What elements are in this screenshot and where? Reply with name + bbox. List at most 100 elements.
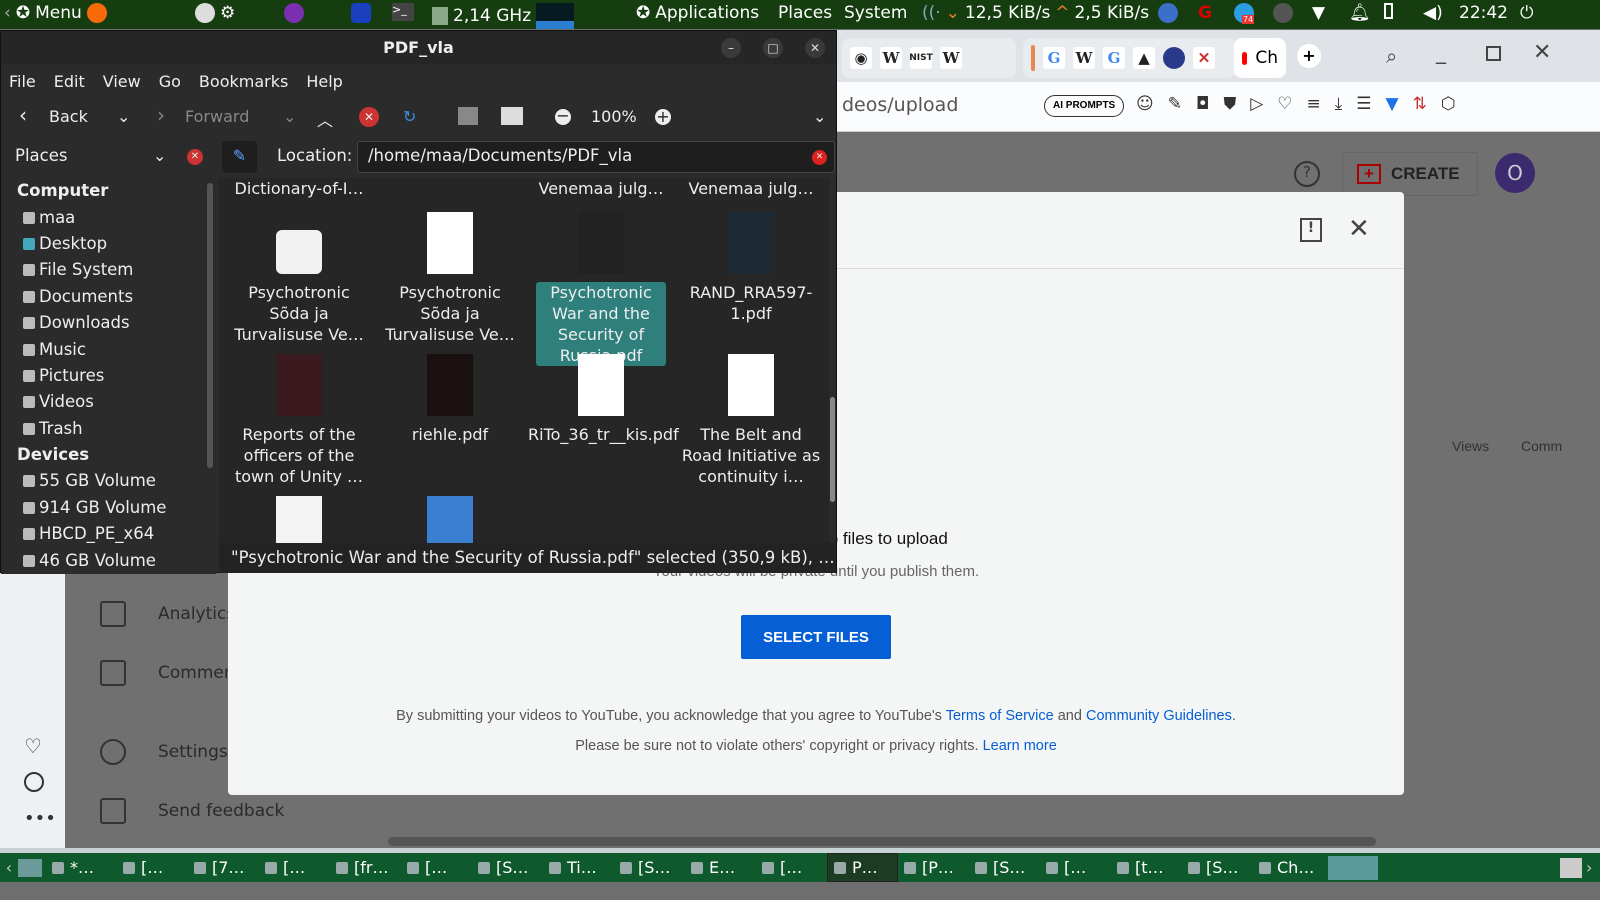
clock[interactable]: 22:42	[1459, 3, 1508, 23]
sidebar-item-desktop[interactable]: Desktop	[1, 231, 216, 257]
close-dialog-button[interactable]: ✕	[1348, 214, 1370, 244]
forward-button[interactable]: Forward	[185, 107, 249, 126]
firefox-icon[interactable]	[86, 3, 107, 23]
taskbar-item[interactable]: […	[756, 853, 827, 882]
heart-icon[interactable]: ♡	[1277, 94, 1292, 114]
sidebar-item-volume[interactable]: 914 GB Volume	[1, 495, 216, 521]
taskbar-right-arrow-icon[interactable]: ›	[1586, 858, 1600, 877]
sidebar-item-trash[interactable]: Trash	[1, 416, 216, 442]
file-item[interactable]: RAND_RRA597-1.pdf	[676, 212, 826, 324]
gears-icon[interactable]: ⚙	[220, 3, 235, 23]
minimize-button[interactable]: –	[721, 38, 741, 58]
tor-icon[interactable]	[284, 3, 304, 23]
settings-sliders-icon[interactable]: ☰	[1356, 94, 1371, 114]
reload-icon[interactable]: ↻	[403, 107, 416, 126]
taskbar-item[interactable]: [t…	[1111, 853, 1182, 882]
places-dropdown-icon[interactable]: ⌄	[153, 146, 166, 165]
taskbar-item[interactable]: [S…	[969, 853, 1040, 882]
file-item[interactable]: Psychotronic War and the Security of Rus…	[526, 212, 676, 366]
file-item[interactable]: Psychotronic Sõda ja Turvalisuse Ve…	[375, 212, 525, 345]
sidebar-item-file-system[interactable]: File System	[1, 257, 216, 283]
cube-icon[interactable]: ⬡	[1441, 94, 1456, 114]
menu-file[interactable]: File	[9, 72, 36, 91]
home-icon[interactable]	[458, 107, 478, 125]
reader-icon[interactable]: ≡	[1307, 94, 1321, 114]
location-input[interactable]: /home/maa/Documents/PDF_vla	[357, 141, 835, 173]
trash-applet-icon[interactable]	[1560, 857, 1582, 878]
system-menu[interactable]: System	[844, 3, 907, 23]
taskbar-item[interactable]: [S…	[614, 853, 685, 882]
file-item[interactable]: The Belt and Road Initiative as continui…	[676, 354, 826, 487]
stop-icon[interactable]: ✕	[359, 107, 379, 127]
tab-youtube-active[interactable]: Ch	[1234, 38, 1286, 78]
sort-icon[interactable]: ⇅	[1413, 94, 1427, 114]
search-tabs-icon[interactable]: ⌕	[1386, 44, 1397, 68]
menu-go[interactable]: Go	[159, 72, 181, 91]
menu-bookmarks[interactable]: Bookmarks	[199, 72, 288, 91]
minimize-button[interactable]: _	[1436, 40, 1446, 64]
forward-history-dropdown[interactable]: ⌄	[283, 107, 296, 126]
column-views[interactable]: Views	[1452, 438, 1489, 454]
avatar[interactable]: O	[1495, 153, 1535, 193]
taskbar-item[interactable]: […	[401, 853, 472, 882]
forward-arrow-icon[interactable]: ›	[157, 103, 165, 127]
close-sidebar-icon[interactable]: ✕	[187, 149, 203, 165]
close-button[interactable]: ✕	[1533, 40, 1551, 65]
nist-tab[interactable]: NIST	[909, 47, 933, 69]
file-item[interactable]: riehle.pdf	[375, 354, 525, 445]
new-tab-button[interactable]: +	[1297, 44, 1321, 68]
restore-button[interactable]	[1486, 46, 1501, 61]
up-icon[interactable]: ︿	[317, 107, 333, 131]
edit-icon[interactable]: ✎	[1168, 94, 1182, 114]
more-icon[interactable]: •••	[24, 808, 56, 829]
shield-icon[interactable]: ⛊	[1223, 94, 1236, 114]
menu-view[interactable]: View	[103, 72, 141, 91]
menu-button[interactable]: ‹ ✪ Menu	[4, 3, 107, 23]
wikipedia-tab[interactable]: W	[880, 47, 902, 69]
power-icon[interactable]: ⏻	[1520, 3, 1533, 23]
file-item[interactable]: Psychotronic Sõda ja Turvalisuse Ve…	[224, 212, 374, 345]
nav-settings[interactable]: Settings	[100, 739, 228, 765]
seal-tab-icon[interactable]	[1163, 47, 1185, 69]
maximize-button[interactable]: □	[763, 38, 783, 58]
google-tab[interactable]: G	[1103, 47, 1125, 69]
file-item[interactable]	[224, 496, 374, 543]
taskbar-item[interactable]: […	[259, 853, 330, 882]
applications-menu[interactable]: ✪ Applications	[636, 3, 759, 23]
terminal-icon[interactable]: >_	[392, 3, 414, 21]
sidebar-item-maa[interactable]: maa	[1, 204, 216, 230]
toolbar-overflow-icon[interactable]: ⌄	[813, 107, 826, 126]
sidebar-item-music[interactable]: Music	[1, 336, 216, 362]
taskbar-item[interactable]: […	[117, 853, 188, 882]
file-item[interactable]	[375, 496, 525, 543]
heart-icon[interactable]: ♡	[24, 734, 42, 758]
menu-edit[interactable]: Edit	[54, 72, 85, 91]
feedback-icon[interactable]: !	[1300, 218, 1322, 242]
search-tool-icon[interactable]	[195, 3, 215, 23]
file-item[interactable]: Venemaa julg…	[526, 178, 676, 199]
places-selector[interactable]: Places	[15, 146, 67, 165]
file-item[interactable]: Venemaa julg…	[676, 178, 826, 199]
nav-analytics[interactable]: Analytics	[100, 601, 235, 627]
file-item[interactable]: Reports of the officers of the town of U…	[224, 354, 374, 487]
taskbar-item[interactable]: *…	[46, 853, 117, 882]
sidebar-item-pictures[interactable]: Pictures	[1, 363, 216, 389]
horizontal-scrollbar[interactable]	[388, 837, 1376, 846]
sidebar-item-videos[interactable]: Videos	[1, 389, 216, 415]
computer-icon[interactable]	[501, 107, 523, 125]
sidebar-item-volume[interactable]: HBCD_PE_x64	[1, 521, 216, 547]
indicator-icon[interactable]	[1273, 3, 1293, 23]
sidebar-scrollbar[interactable]	[207, 183, 213, 468]
learn-more-link[interactable]: Learn more	[983, 738, 1057, 754]
clock-icon[interactable]	[24, 772, 44, 792]
notification-bell-icon[interactable]: 🔔︎	[1349, 3, 1371, 23]
wifi-icon[interactable]: ▼	[1312, 3, 1325, 23]
select-files-button[interactable]: SELECT FILES	[741, 615, 891, 659]
sidebar-item-documents[interactable]: Documents	[1, 284, 216, 310]
help-icon[interactable]: ?	[1294, 161, 1320, 187]
mountain-tab-icon[interactable]: ▲	[1133, 47, 1155, 69]
back-arrow-icon[interactable]: ‹	[19, 103, 27, 127]
file-item[interactable]: Dictionary-of-I…	[224, 178, 374, 199]
column-comments[interactable]: Comm	[1521, 438, 1562, 454]
emoji-icon[interactable]: ☺	[1136, 94, 1154, 114]
